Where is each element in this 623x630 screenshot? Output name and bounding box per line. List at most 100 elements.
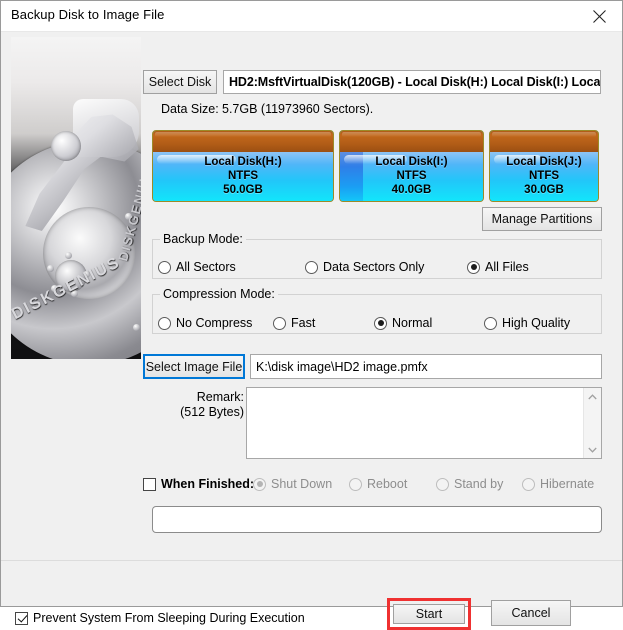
radio-label: Fast	[291, 316, 315, 330]
radio-when-finished-reboot: Reboot	[349, 477, 407, 491]
partition-name: Local Disk(I:)	[340, 155, 483, 169]
footer-divider	[1, 560, 622, 561]
partition-header-bar	[490, 131, 598, 153]
disk-screw-icon	[125, 213, 132, 220]
remark-bytes-label: (512 Bytes)	[170, 405, 244, 419]
chevron-up-icon[interactable]	[584, 388, 601, 405]
partition-block[interactable]: Local Disk(J:)NTFS30.0GB	[489, 130, 599, 202]
window-title: Backup Disk to Image File	[11, 7, 165, 22]
selected-disk-text: HD2:MsftVirtualDisk(120GB) - Local Disk(…	[229, 75, 601, 89]
select-image-file-label: Select Image File	[146, 360, 243, 374]
progress-bar	[152, 506, 602, 533]
checkbox-icon	[15, 612, 28, 625]
select-disk-label: Select Disk	[149, 75, 212, 89]
disk-screw-icon	[47, 265, 54, 272]
radio-backup-data-sectors-only[interactable]: Data Sectors Only	[305, 260, 424, 274]
data-size-label: Data Size:	[161, 102, 219, 116]
remark-scrollbar[interactable]	[583, 388, 601, 458]
select-image-file-button[interactable]: Select Image File	[143, 354, 245, 379]
backup-disk-dialog: Backup Disk to Image File	[0, 0, 623, 607]
radio-backup-all-files[interactable]: All Files	[467, 260, 529, 274]
disk-arm-pivot-graphic	[51, 131, 81, 161]
remark-textarea[interactable]	[246, 387, 602, 459]
radio-dot-icon	[305, 261, 318, 274]
remark-label: Remark:	[196, 390, 244, 404]
radio-label: No Compress	[176, 316, 252, 330]
radio-label: Normal	[392, 316, 432, 330]
radio-dot-icon	[436, 478, 449, 491]
partition-size: 30.0GB	[490, 183, 598, 197]
when-finished-label: When Finished:	[161, 477, 254, 491]
close-icon	[593, 10, 606, 23]
image-file-path-input[interactable]: K:\disk image\HD2 image.pmfx	[250, 354, 602, 379]
radio-label: All Files	[485, 260, 529, 274]
radio-dot-icon	[158, 261, 171, 274]
data-size-value: 5.7GB (11973960 Sectors).	[222, 102, 373, 116]
radio-backup-all-sectors[interactable]: All Sectors	[158, 260, 236, 274]
backup-mode-legend: Backup Mode:	[160, 232, 246, 246]
radio-dot-icon	[253, 478, 266, 491]
radio-label: All Sectors	[176, 260, 236, 274]
hard-disk-illustration: DISKGENIUS DISKGENIUS	[11, 37, 141, 359]
radio-label: High Quality	[502, 316, 570, 330]
select-disk-button[interactable]: Select Disk	[143, 70, 217, 94]
title-bar: Backup Disk to Image File	[1, 1, 622, 32]
disk-screw-icon	[51, 285, 58, 292]
radio-compress-no-compress[interactable]: No Compress	[158, 316, 252, 330]
disk-screw-icon	[133, 324, 140, 331]
partition-label-group: Local Disk(H:)NTFS50.0GB	[153, 155, 333, 197]
partition-block[interactable]: Local Disk(I:)NTFS40.0GB	[339, 130, 484, 202]
radio-compress-high-quality[interactable]: High Quality	[484, 316, 570, 330]
compression-mode-legend: Compression Mode:	[160, 287, 278, 301]
radio-dot-icon	[273, 317, 286, 330]
prevent-sleep-checkbox[interactable]: Prevent System From Sleeping During Exec…	[15, 611, 305, 625]
manage-partitions-label: Manage Partitions	[492, 212, 593, 226]
start-button-label: Start	[416, 607, 442, 621]
radio-label: Shut Down	[271, 477, 332, 491]
partition-size: 40.0GB	[340, 183, 483, 197]
radio-dot-icon	[349, 478, 362, 491]
cancel-button[interactable]: Cancel	[491, 600, 571, 626]
checkbox-icon	[143, 478, 156, 491]
radio-label: Reboot	[367, 477, 407, 491]
disk-screw-icon	[71, 290, 78, 297]
when-finished-checkbox[interactable]: When Finished:	[143, 477, 254, 491]
radio-when-finished-shut-down: Shut Down	[253, 477, 332, 491]
manage-partitions-button[interactable]: Manage Partitions	[482, 207, 602, 231]
dialog-body: DISKGENIUS DISKGENIUS Select Disk HD2:Ms…	[1, 32, 622, 606]
partition-header-bar	[340, 131, 483, 153]
partition-header-bar	[153, 131, 333, 153]
partition-map: Local Disk(H:)NTFS50.0GBLocal Disk(I:)NT…	[152, 130, 602, 202]
start-button[interactable]: Start	[393, 604, 465, 624]
partition-filesystem: NTFS	[490, 169, 598, 183]
disk-spindle-hub-graphic	[55, 260, 87, 292]
partition-name: Local Disk(H:)	[153, 155, 333, 169]
partition-filesystem: NTFS	[340, 169, 483, 183]
radio-compress-fast[interactable]: Fast	[273, 316, 315, 330]
radio-dot-icon	[484, 317, 497, 330]
radio-label: Stand by	[454, 477, 503, 491]
disk-screw-icon	[83, 271, 90, 278]
disk-screw-icon	[65, 252, 72, 259]
image-file-path-text: K:\disk image\HD2 image.pmfx	[256, 360, 428, 374]
partition-label-group: Local Disk(J:)NTFS30.0GB	[490, 155, 598, 197]
chevron-down-icon[interactable]	[584, 441, 601, 458]
partition-block[interactable]: Local Disk(H:)NTFS50.0GB	[152, 130, 334, 202]
radio-when-finished-stand-by: Stand by	[436, 477, 503, 491]
radio-label: Hibernate	[540, 477, 594, 491]
radio-compress-normal[interactable]: Normal	[374, 316, 432, 330]
prevent-sleep-label: Prevent System From Sleeping During Exec…	[33, 611, 305, 625]
close-button[interactable]	[576, 1, 622, 31]
radio-dot-icon	[158, 317, 171, 330]
partition-filesystem: NTFS	[153, 169, 333, 183]
partition-size: 50.0GB	[153, 183, 333, 197]
partition-label-group: Local Disk(I:)NTFS40.0GB	[340, 155, 483, 197]
radio-label: Data Sectors Only	[323, 260, 424, 274]
cancel-button-label: Cancel	[512, 606, 551, 620]
radio-dot-icon	[374, 317, 387, 330]
partition-name: Local Disk(J:)	[490, 155, 598, 169]
radio-when-finished-hibernate: Hibernate	[522, 477, 594, 491]
selected-disk-value[interactable]: HD2:MsftVirtualDisk(120GB) - Local Disk(…	[223, 70, 601, 94]
radio-dot-icon	[522, 478, 535, 491]
radio-dot-icon	[467, 261, 480, 274]
